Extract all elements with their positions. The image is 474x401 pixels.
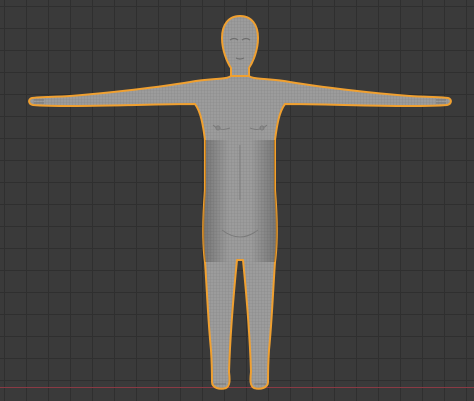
3d-viewport[interactable] xyxy=(0,0,474,401)
humanoid-mesh-selected[interactable] xyxy=(0,0,474,401)
head xyxy=(220,14,260,78)
body-silhouette xyxy=(28,14,452,390)
